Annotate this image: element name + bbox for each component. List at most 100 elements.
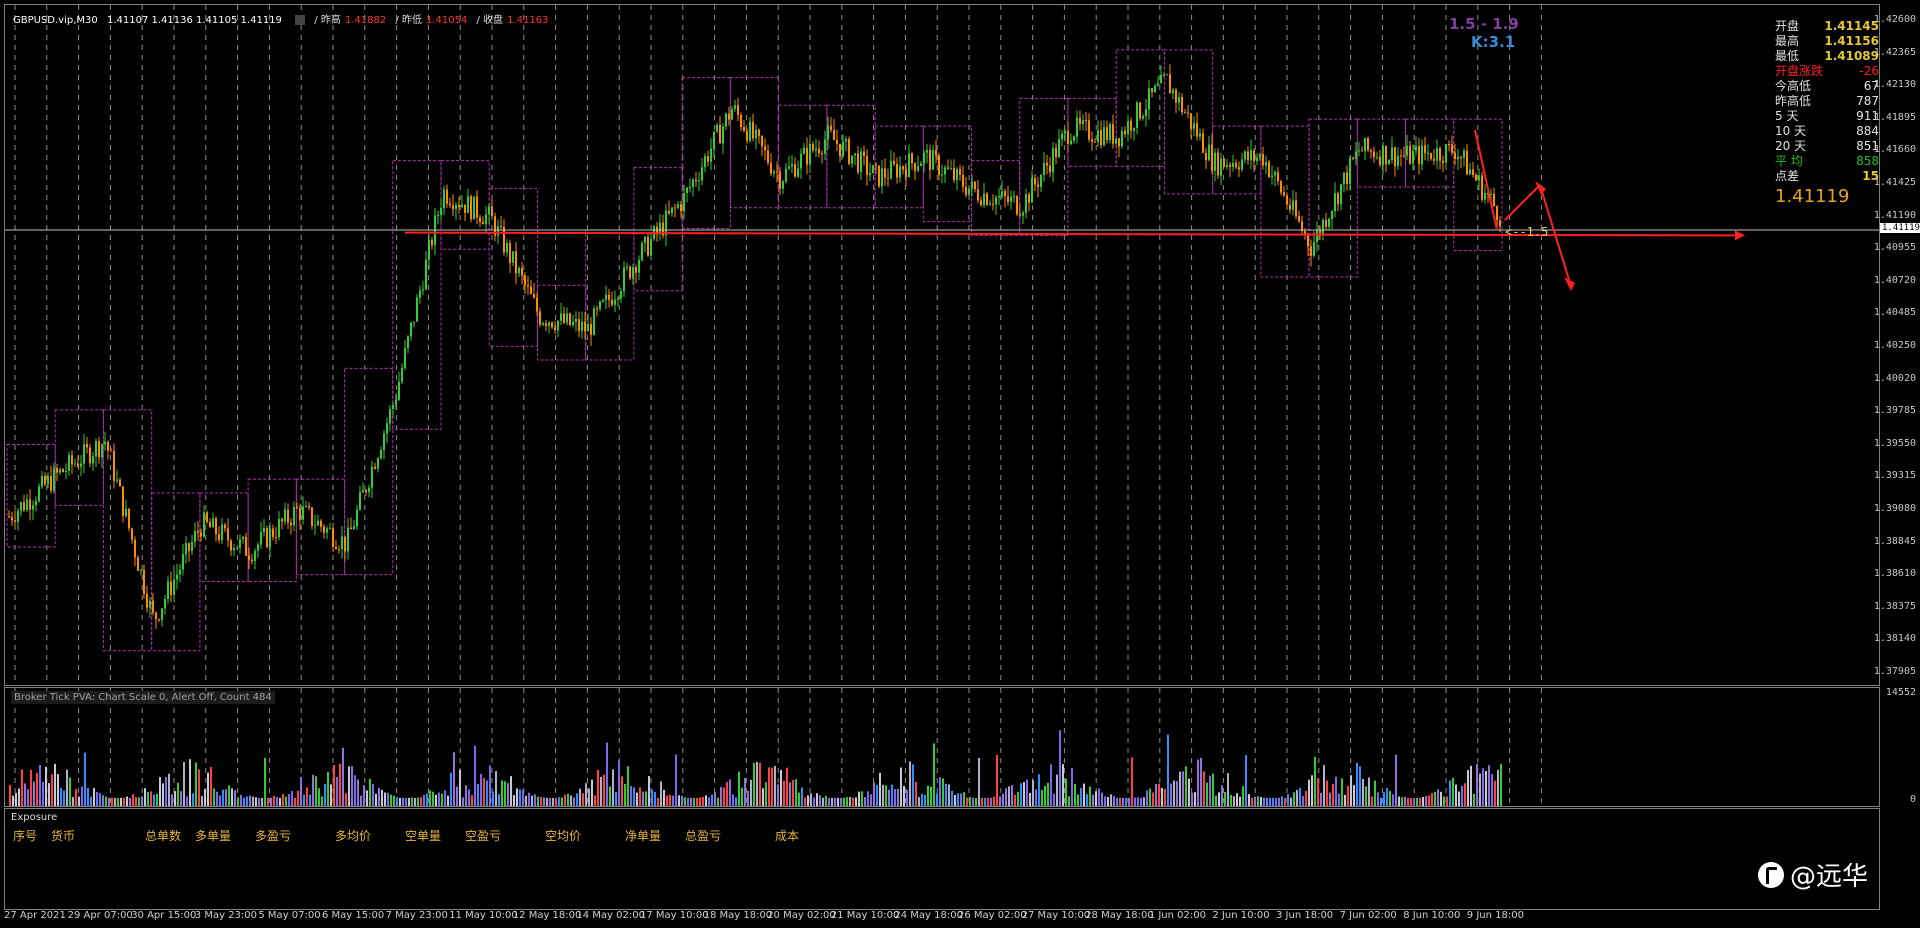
volume-bar: [267, 797, 269, 806]
candle-body: [1355, 151, 1357, 159]
candle-body: [296, 507, 298, 509]
volume-bar: [1134, 797, 1136, 806]
candle-body: [53, 468, 55, 491]
volume-bar: [1254, 796, 1256, 806]
candle-body: [650, 238, 652, 256]
volume-bar: [1194, 792, 1196, 806]
volume-bar: [1224, 791, 1226, 806]
candle-body: [1052, 148, 1054, 173]
k-indicator: K:3.1: [1471, 33, 1516, 51]
candle-body: [62, 469, 64, 473]
volume-bar: [1404, 796, 1406, 806]
candle-body: [119, 479, 121, 487]
candle-body: [125, 508, 127, 517]
candle-body: [920, 163, 922, 167]
candle-body: [665, 210, 667, 236]
price-axis-tick: 1.40720: [1873, 274, 1916, 286]
volume-bar: [786, 767, 788, 806]
volume-bar: [1044, 785, 1046, 806]
candle-body: [935, 150, 937, 156]
volume-bar: [1233, 796, 1235, 806]
volume-bar: [1059, 730, 1061, 806]
volume-bar: [387, 792, 389, 806]
volume-bar: [948, 784, 950, 806]
exposure-pane[interactable]: Exposure 序号 货币 总单数 多单量 多盈亏 多均价 空单量 空盈亏 空均价 净单量 总盈亏…: [4, 808, 1880, 910]
up-projection-arrow: [1504, 184, 1541, 221]
candle-body: [239, 539, 241, 548]
candle-body: [206, 512, 208, 522]
volume-bar: [447, 795, 449, 806]
candle-body: [371, 466, 373, 488]
candle-body: [455, 204, 457, 210]
candle-body: [311, 507, 313, 526]
candle-body: [452, 205, 454, 210]
candle-body: [218, 534, 220, 540]
volume-bar: [159, 777, 161, 806]
volume-bar: [1305, 790, 1307, 806]
volume-bar: [783, 780, 785, 806]
candle-body: [1358, 150, 1360, 152]
volume-bar: [756, 762, 758, 806]
volume-bar: [960, 793, 962, 806]
candle-body: [1133, 127, 1135, 131]
volume-bar: [1200, 757, 1202, 806]
candle-body: [1199, 133, 1201, 137]
candle-body: [1352, 157, 1354, 159]
candle-body: [20, 502, 22, 511]
volume-bar: [270, 797, 272, 806]
price-chart-canvas[interactable]: [5, 5, 1879, 685]
candle-body: [1163, 74, 1165, 76]
volume-bar: [294, 797, 296, 806]
volume-bar: [852, 797, 854, 806]
volume-bar: [1170, 783, 1172, 806]
volume-bar: [840, 797, 842, 806]
volume-bar: [564, 794, 566, 806]
candle-body: [1028, 194, 1030, 203]
volume-bar: [1026, 779, 1028, 806]
volume-bar: [573, 797, 575, 806]
volume-pane[interactable]: Broker Tick PVA: Chart Scale 0, Alert Of…: [4, 687, 1880, 807]
volume-bar: [1086, 794, 1088, 806]
candle-body: [1031, 178, 1033, 203]
volume-bar: [1080, 788, 1082, 806]
candle-body: [1082, 120, 1084, 125]
candle-body: [404, 347, 406, 368]
volume-bar: [798, 792, 800, 806]
candle-body: [470, 196, 472, 220]
one-click-trading-icon[interactable]: [295, 15, 306, 25]
candle-body: [1259, 154, 1261, 158]
candle-body: [299, 507, 301, 520]
candle-body: [1463, 150, 1465, 158]
exposure-column-header: 多盈亏: [255, 829, 292, 843]
time-axis[interactable]: 27 Apr 2021 29 Apr 07:00 30 Apr 15:00 3 May…: [4, 906, 1878, 928]
candle-body: [212, 518, 214, 528]
candle-body: [185, 543, 187, 555]
candle-body: [149, 600, 151, 608]
candle-body: [359, 492, 361, 510]
candle-body: [485, 214, 487, 225]
candle-body: [1484, 192, 1486, 200]
candle-body: [335, 546, 337, 549]
volume-bar: [1143, 797, 1145, 806]
price-chart-pane[interactable]: GBPUSD.vip,M30 1.41107 1.41136 1.41105 1…: [4, 4, 1880, 686]
candle-body: [164, 599, 166, 609]
volume-bar: [1281, 796, 1283, 806]
volume-bar: [1437, 789, 1439, 806]
candle-body: [269, 528, 271, 547]
price-axis-tick: 1.38140: [1873, 633, 1916, 645]
candle-body: [491, 206, 493, 217]
volume-bar: [1260, 797, 1262, 806]
volume-bar: [894, 789, 896, 806]
volume-bar: [234, 790, 236, 806]
price-axis[interactable]: 14552 0 1.42600 1.42365 1.42130 1.41895 1.41…: [1874, 4, 1920, 906]
volume-bar: [468, 789, 470, 806]
candle-body: [188, 543, 190, 551]
volume-bar: [600, 776, 602, 806]
big-price-display: 1.41119: [1775, 186, 1850, 207]
volume-bar: [1116, 797, 1118, 806]
volume-bar: [162, 783, 164, 806]
candle-body: [1001, 191, 1003, 197]
volume-bar: [348, 766, 350, 806]
volume-bar: [1416, 797, 1418, 806]
volume-bar: [1062, 764, 1064, 806]
